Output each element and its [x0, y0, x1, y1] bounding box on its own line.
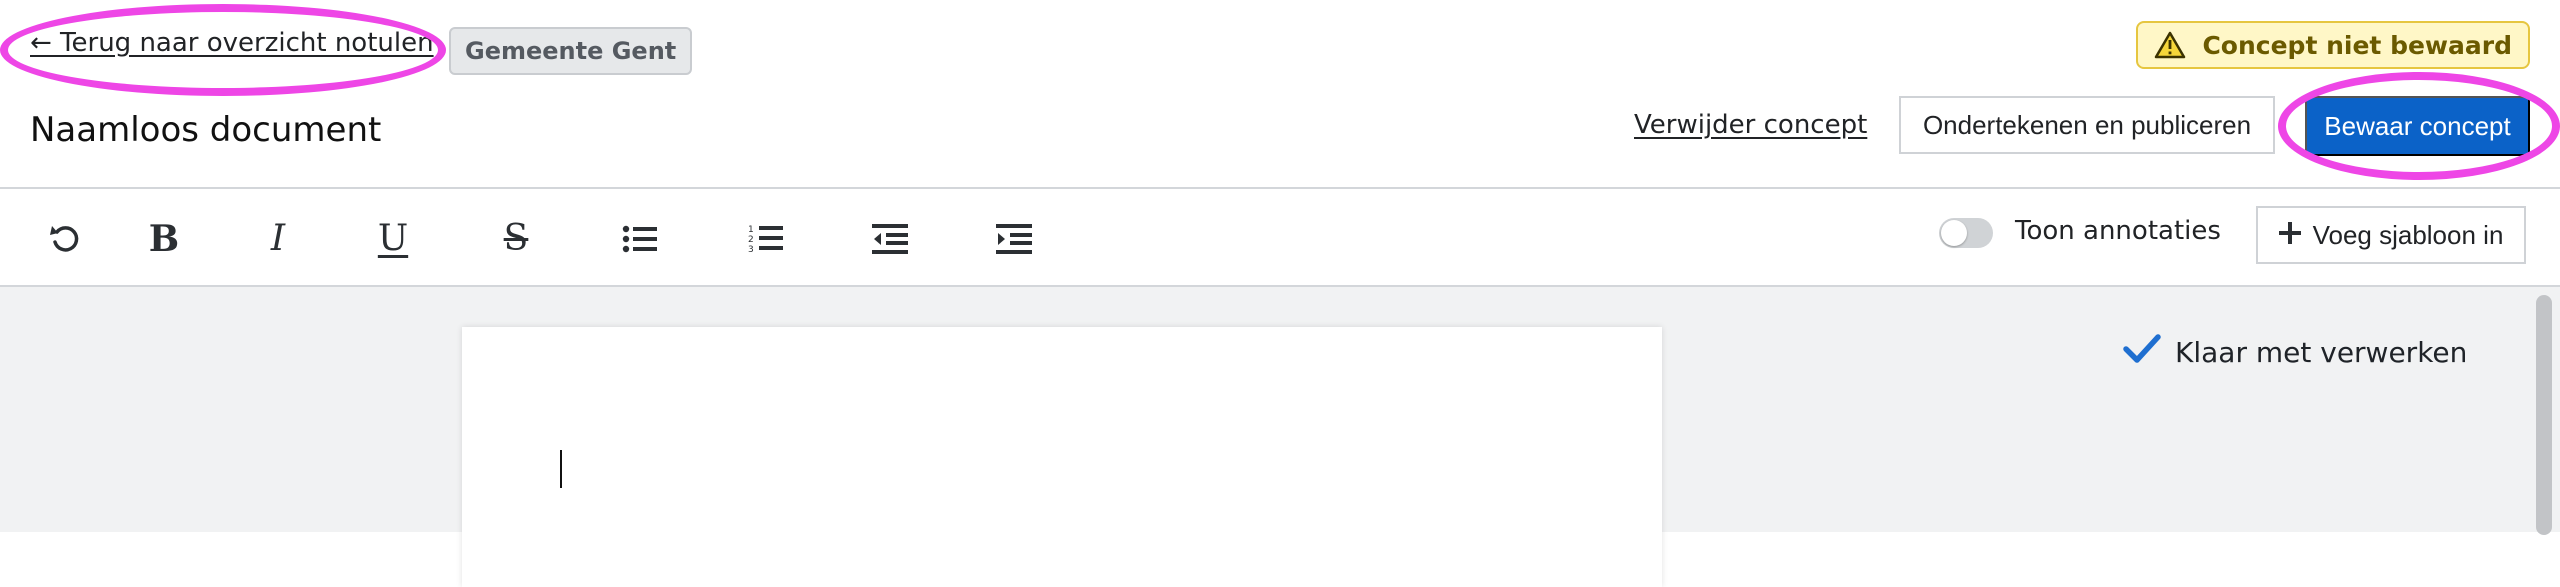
status-badge-label: Concept niet bewaard: [2202, 30, 2512, 60]
undo-icon: [48, 222, 82, 256]
italic-button[interactable]: I: [250, 211, 306, 267]
delete-concept-link[interactable]: Verwijder concept: [1634, 110, 1867, 140]
indent-button[interactable]: [986, 211, 1042, 267]
checkmark-icon: [2123, 333, 2161, 372]
italic-icon: I: [270, 218, 286, 259]
organisation-pill: Gemeente Gent: [449, 27, 693, 75]
svg-text:2: 2: [748, 235, 754, 245]
warning-icon: [2154, 31, 2186, 59]
outdent-button[interactable]: [862, 211, 918, 267]
strikethrough-button[interactable]: S: [488, 211, 544, 267]
bulleted-list-icon: [622, 224, 658, 254]
document-header: ← Terug naar overzicht notulen Gemeente …: [0, 0, 2560, 187]
underline-button[interactable]: U: [365, 211, 421, 267]
strikethrough-icon: S: [503, 218, 529, 259]
insert-template-button[interactable]: Voeg sjabloon in: [2256, 206, 2526, 264]
processing-status-label: Klaar met verwerken: [2175, 336, 2468, 369]
numbered-list-icon: 1 2 3: [748, 223, 784, 255]
back-to-minutes-link[interactable]: ← Terug naar overzicht notulen: [30, 28, 434, 58]
document-page[interactable]: [462, 327, 1662, 587]
underline-icon: U: [377, 218, 409, 259]
toggle-knob: [1941, 220, 1967, 246]
bold-button[interactable]: B: [136, 211, 192, 267]
insert-template-label: Voeg sjabloon in: [2312, 219, 2504, 250]
plus-icon: [2278, 220, 2301, 251]
annotations-toggle-label: Toon annotaties: [2015, 216, 2221, 246]
svg-text:3: 3: [748, 245, 754, 255]
bold-icon: B: [148, 218, 180, 260]
indent-icon: [996, 224, 1032, 254]
save-concept-button[interactable]: Bewaar concept: [2305, 96, 2530, 156]
undo-button[interactable]: [37, 211, 93, 267]
sign-and-publish-button[interactable]: Ondertekenen en publiceren: [1899, 96, 2275, 154]
annotations-toggle[interactable]: [1939, 218, 1993, 248]
unsaved-status-badge: Concept niet bewaard: [2136, 21, 2530, 69]
processing-status: Klaar met verwerken: [2123, 333, 2467, 372]
bulleted-list-button[interactable]: [612, 211, 668, 267]
svg-text:1: 1: [748, 225, 754, 235]
document-title: Naamloos document: [30, 110, 382, 150]
editor-canvas-area: Klaar met verwerken: [0, 287, 2560, 587]
text-cursor: [560, 450, 562, 488]
outdent-icon: [872, 224, 908, 254]
vertical-scrollbar[interactable]: [2536, 295, 2552, 535]
numbered-list-button[interactable]: 1 2 3: [738, 211, 794, 267]
